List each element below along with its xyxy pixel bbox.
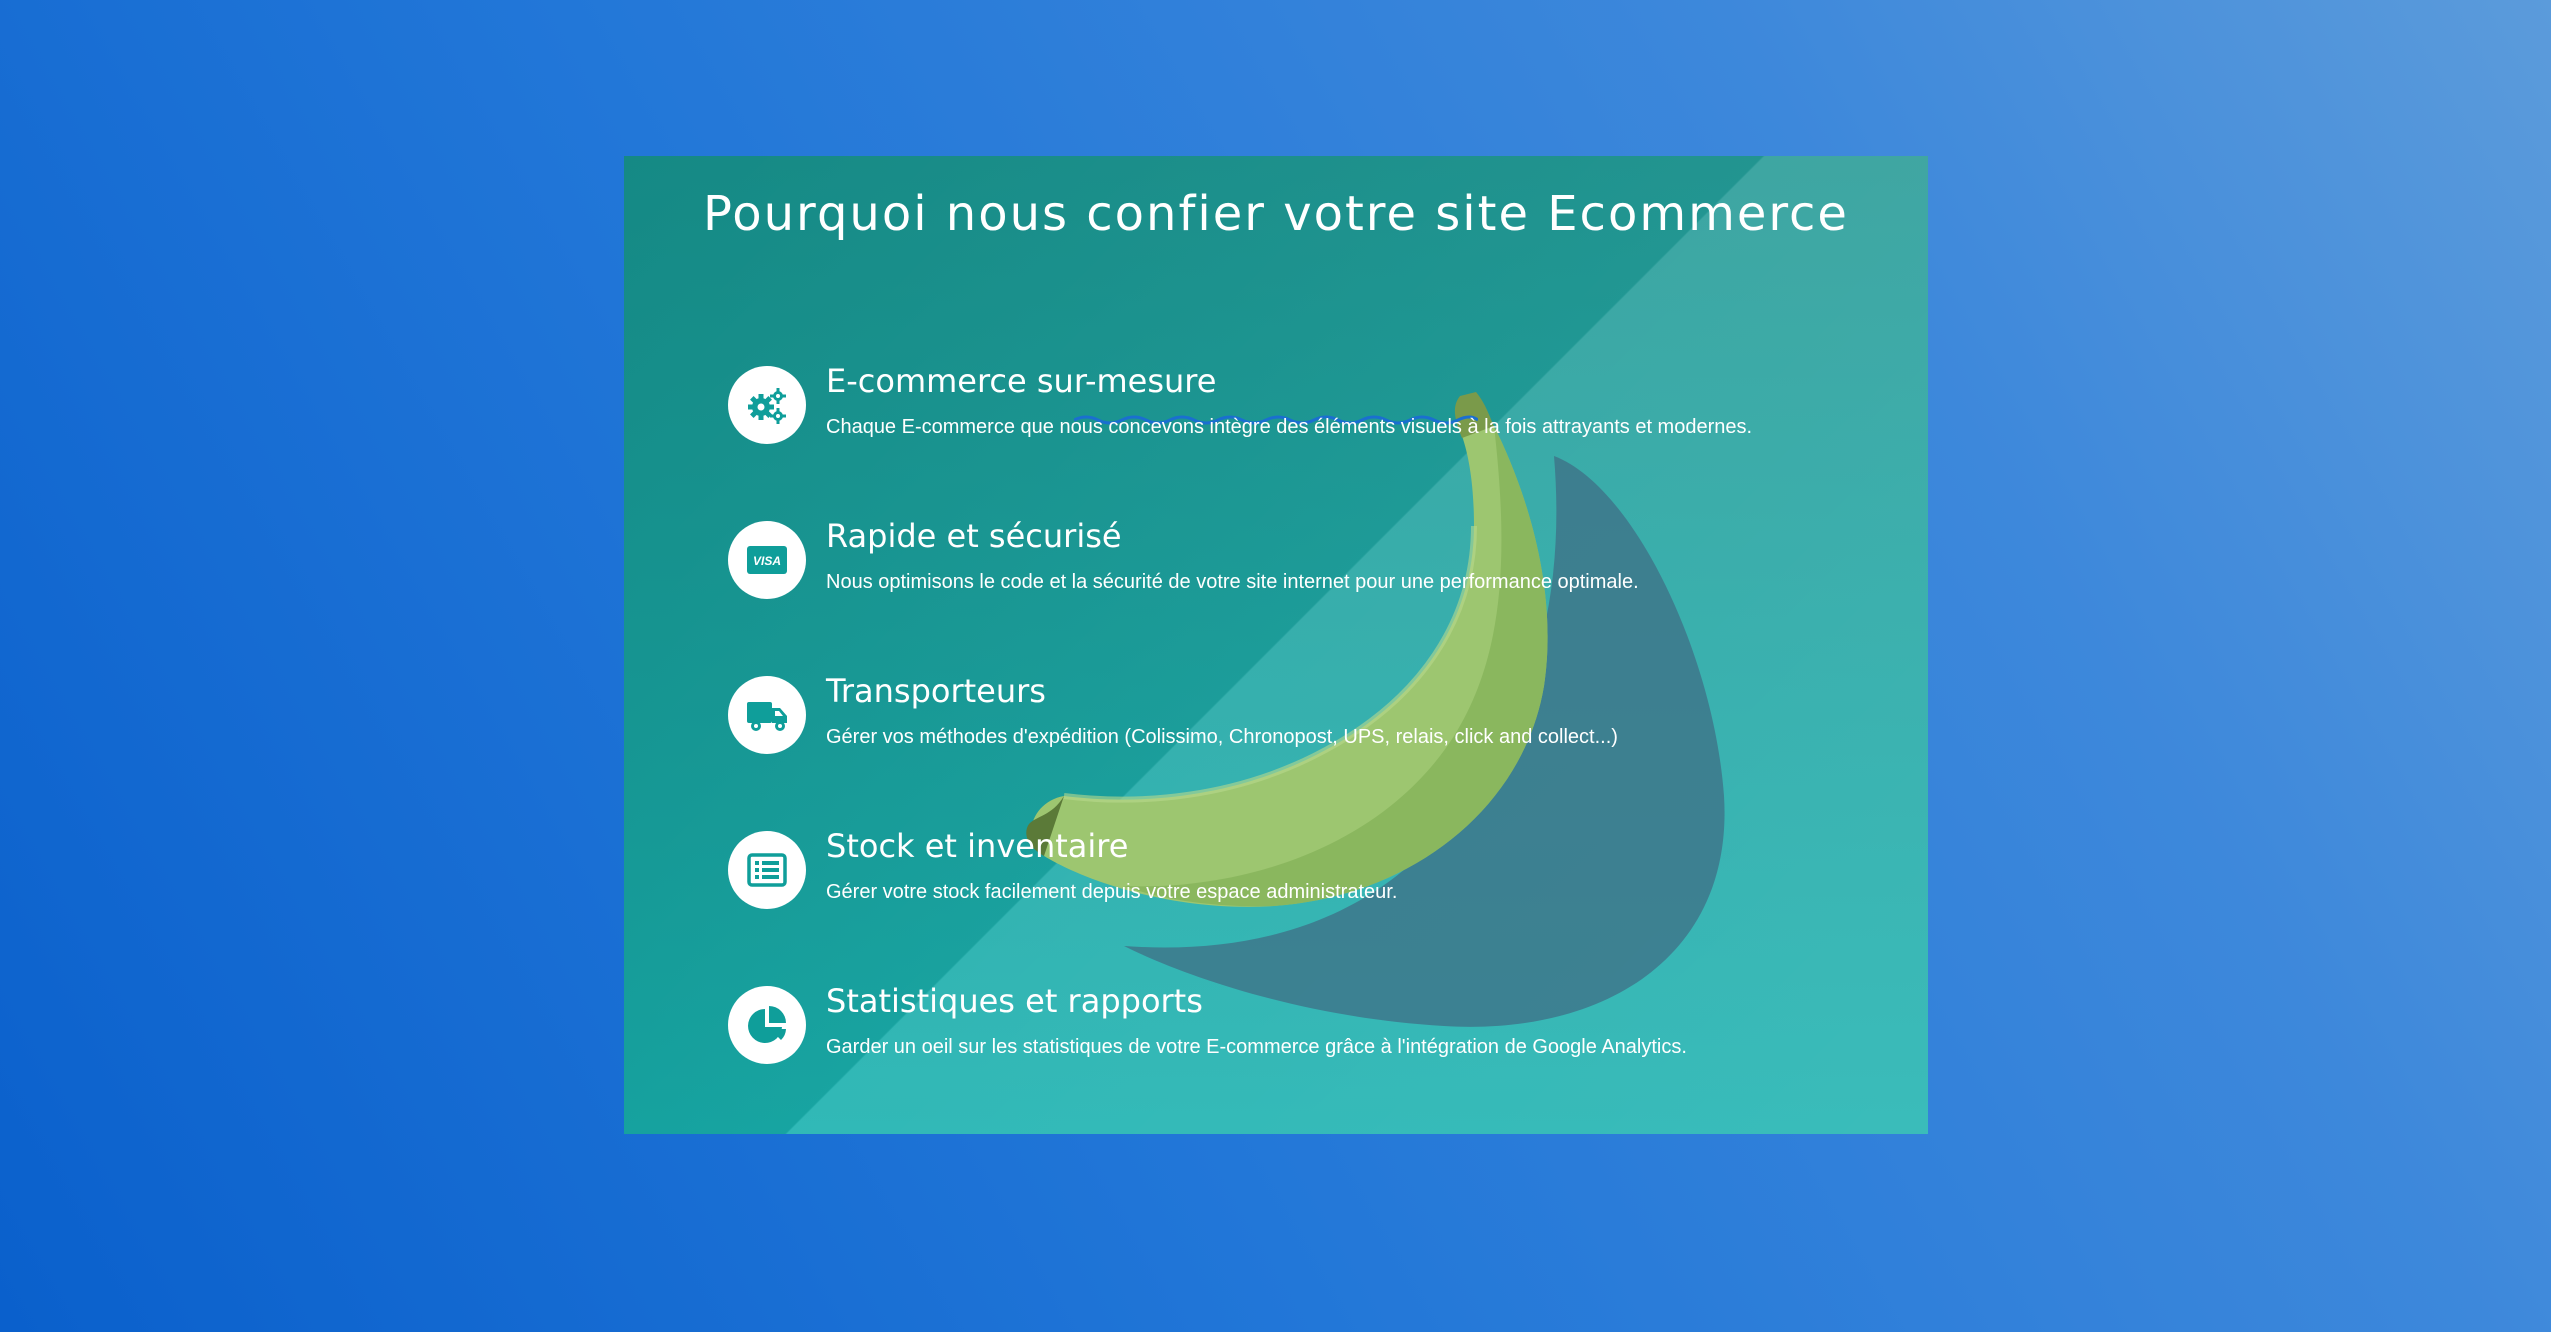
feature-icon-badge [728, 676, 806, 754]
feature-item: Statistiques et rapports Garder un oeil … [728, 982, 1878, 1134]
feature-item: E-commerce sur-mesure Chaque E-commerce … [728, 362, 1878, 521]
feature-description: Garder un oeil sur les statistiques de v… [826, 1036, 1687, 1058]
visa-card-icon: VISA [747, 546, 787, 574]
feature-icon-badge [728, 831, 806, 909]
feature-item: Transporteurs Gérer vos méthodes d'expéd… [728, 672, 1878, 831]
features-card: Pourquoi nous confier votre site Ecommer… [624, 156, 1928, 1134]
feature-title: Rapide et sécurisé [826, 517, 1122, 555]
feature-icon-badge [728, 366, 806, 444]
feature-item: VISA Rapide et sécurisé Nous optimisons … [728, 517, 1878, 676]
feature-description: Gérer vos méthodes d'expédition (Colissi… [826, 726, 1618, 748]
features-list: E-commerce sur-mesure Chaque E-commerce … [728, 362, 1878, 1134]
pie-chart-icon [748, 1006, 786, 1043]
feature-description: Nous optimisons le code et la sécurité d… [826, 571, 1639, 593]
section-title: Pourquoi nous confier votre site Ecommer… [703, 186, 1849, 242]
feature-description: Chaque E-commerce que nous concevons int… [826, 416, 1753, 438]
feature-icon-badge [728, 986, 806, 1064]
feature-title: Transporteurs [826, 672, 1046, 710]
feature-icon-badge: VISA [728, 521, 806, 599]
gears-icon [748, 388, 786, 424]
feature-title: Stock et inventaire [826, 827, 1129, 865]
feature-description: Gérer votre stock facilement depuis votr… [826, 881, 1398, 903]
feature-item: Stock et inventaire Gérer votre stock fa… [728, 827, 1878, 986]
feature-title: Statistiques et rapports [826, 982, 1203, 1020]
visa-card-text: VISA [753, 554, 781, 568]
truck-icon [747, 702, 787, 731]
feature-title: E-commerce sur-mesure [826, 362, 1217, 400]
list-icon [747, 853, 787, 887]
